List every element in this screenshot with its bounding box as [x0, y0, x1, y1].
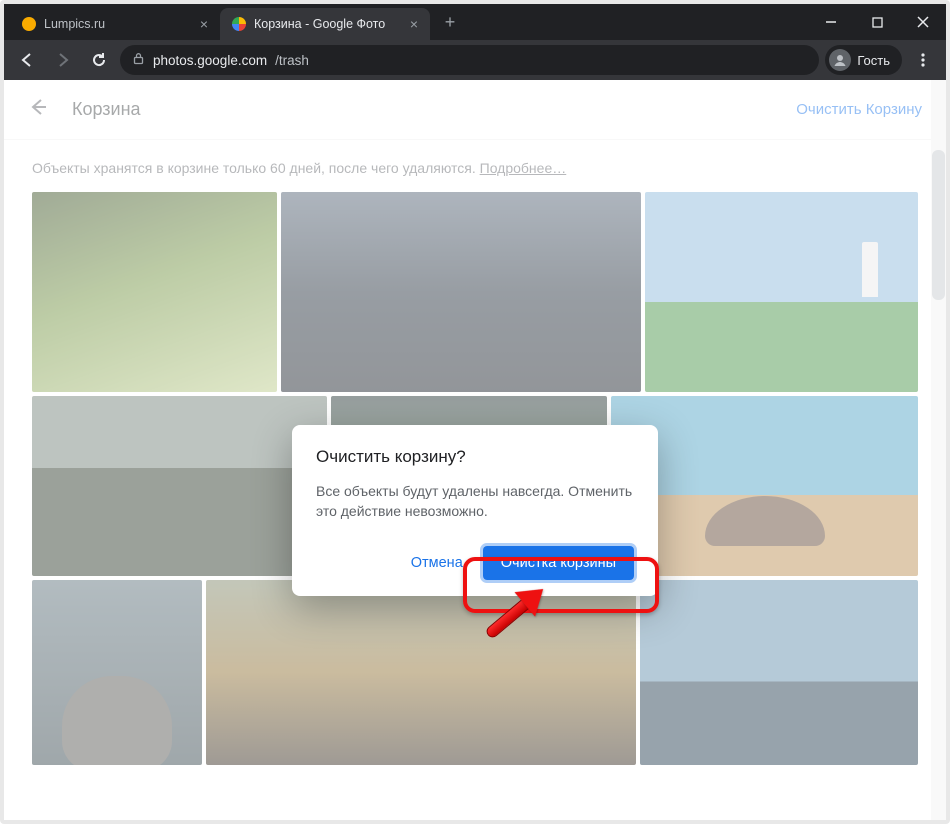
url-host: photos.google.com	[153, 53, 267, 68]
tab-title: Lumpics.ru	[44, 17, 192, 31]
favicon-lumpics	[22, 17, 36, 31]
arrow-right-icon	[54, 51, 72, 69]
minimize-button[interactable]	[808, 4, 854, 40]
new-tab-button[interactable]: +	[436, 12, 464, 33]
confirm-dialog: Очистить корзину? Все объекты будут удал…	[292, 425, 658, 596]
window-controls	[808, 4, 946, 40]
close-icon	[917, 16, 929, 28]
maximize-icon	[872, 17, 883, 28]
profile-label: Гость	[857, 53, 890, 68]
url-field[interactable]: photos.google.com/trash	[120, 45, 819, 75]
reload-button[interactable]	[84, 45, 114, 75]
content-area: Корзина Очистить Корзину Объекты хранятс…	[4, 80, 946, 820]
tab-title: Корзина - Google Фото	[254, 17, 402, 31]
nav-forward-button[interactable]	[48, 45, 78, 75]
favicon-google-photos	[232, 17, 246, 31]
close-icon[interactable]: ×	[200, 16, 208, 32]
reload-icon	[90, 51, 108, 69]
dialog-actions: Отмена Очистка корзины	[316, 546, 634, 580]
tab-lumpics[interactable]: Lumpics.ru ×	[10, 8, 220, 40]
minimize-icon	[825, 16, 837, 28]
confirm-empty-button[interactable]: Очистка корзины	[483, 546, 634, 580]
close-window-button[interactable]	[900, 4, 946, 40]
lock-icon	[132, 52, 145, 68]
titlebar: Lumpics.ru × Корзина - Google Фото × +	[4, 4, 946, 40]
address-bar: photos.google.com/trash Гость	[4, 40, 946, 80]
close-icon[interactable]: ×	[410, 16, 418, 32]
dialog-title: Очистить корзину?	[316, 447, 634, 467]
url-path: /trash	[275, 53, 309, 68]
nav-back-button[interactable]	[12, 45, 42, 75]
tabs-strip: Lumpics.ru × Корзина - Google Фото × +	[4, 4, 808, 40]
tab-google-photos[interactable]: Корзина - Google Фото ×	[220, 8, 430, 40]
avatar-icon	[829, 49, 851, 71]
browser-menu-button[interactable]	[908, 45, 938, 75]
kebab-icon	[915, 52, 931, 68]
cancel-button[interactable]: Отмена	[399, 547, 475, 579]
maximize-button[interactable]	[854, 4, 900, 40]
profile-chip[interactable]: Гость	[825, 45, 902, 75]
arrow-left-icon	[18, 51, 36, 69]
browser-window: Lumpics.ru × Корзина - Google Фото × +	[4, 4, 946, 820]
dialog-body: Все объекты будут удалены навсегда. Отме…	[316, 481, 634, 522]
